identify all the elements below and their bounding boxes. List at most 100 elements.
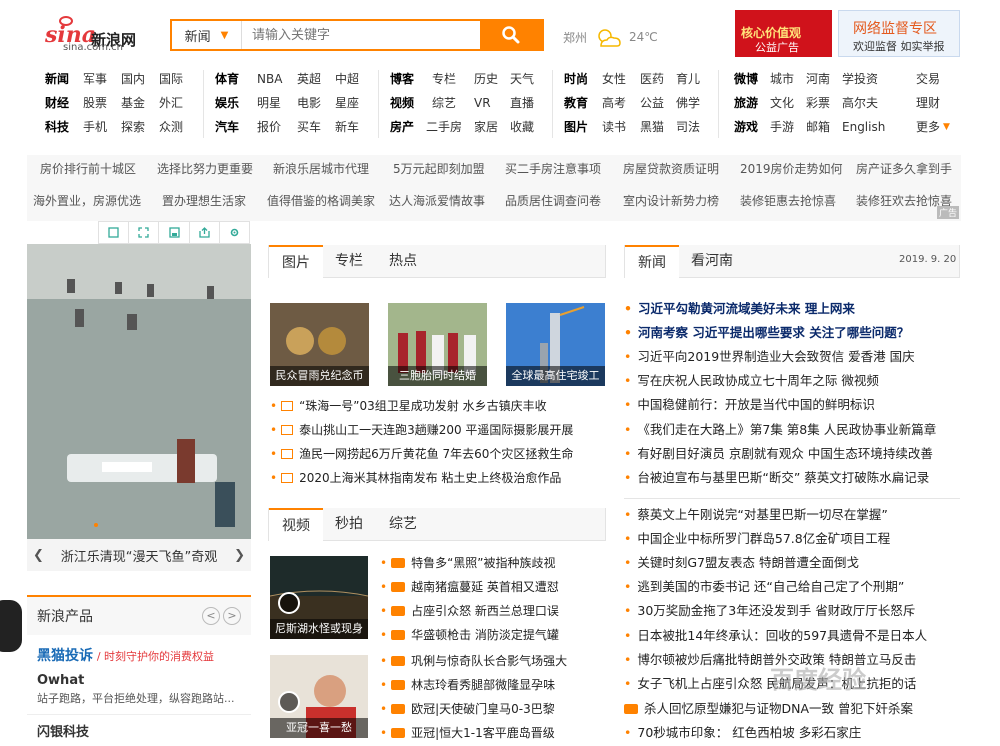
video-item[interactable]: • 占座引众怒 新西兰总理口误 [380,599,559,623]
promo-link[interactable]: 房屋贷款资质证明 [623,160,719,177]
tab-columns[interactable]: 专栏 [335,245,363,278]
news-item[interactable]: • 70秒城市印象： 红色西柏坡 多彩石家庄 [624,721,861,745]
next-arrow-icon[interactable]: > [223,607,241,625]
nav-link[interactable]: 新车 [335,115,359,139]
search-button[interactable] [480,21,542,49]
video-thumb[interactable]: 亚冠一喜一愁 [270,655,368,738]
news-item[interactable]: • 关键时刻G7盟友表态 特朗普遭全面倒戈 [624,551,859,575]
nav-link[interactable]: 河南 [806,67,842,91]
photo-thumb[interactable]: 全球最高住宅竣工 [506,303,605,386]
promo-link[interactable]: 值得借鉴的格调美家 [267,192,375,209]
weather-widget[interactable]: 郑州 24℃ [563,26,658,48]
chevron-left-icon[interactable]: ❮ [33,548,44,563]
gear-icon[interactable] [220,222,249,243]
nav-link[interactable]: 直播 [510,91,534,115]
owhat-desc[interactable]: 站子跑路，平台拒绝处理，纵容跑路站... [27,688,251,706]
nav-link[interactable]: 收藏 [510,115,534,139]
promo-link[interactable]: 品质居住调查问卷 [505,192,601,209]
news-item[interactable]: 杀人回忆原型嫌犯与证物DNA一致 曾犯下奸杀案 [624,697,913,721]
nav-link[interactable]: 交易 [916,67,940,91]
nav-link[interactable]: 报价 [257,115,297,139]
tab-variety[interactable]: 综艺 [389,508,417,541]
promo-link[interactable]: 房价排行前十城区 [40,160,136,177]
tab-news[interactable]: 新闻 [625,245,679,279]
search-input[interactable] [242,21,480,49]
news-item[interactable]: • 写在庆祝人民政协成立七十周年之际 微视频 [624,369,879,393]
nav-link[interactable]: 育儿 [676,67,700,91]
nav-link[interactable]: VR [474,91,510,115]
nav-link[interactable]: 众测 [159,115,183,139]
news-item[interactable]: • 有好剧目好演员 京剧就有观众 中国生态环境持续改善 [624,442,933,466]
photo-thumb[interactable]: 民众冒雨兑纪念币 [270,303,369,386]
photo-caption[interactable]: 浙江乐清现“漫天飞鱼”奇观 [61,546,217,565]
promo-link[interactable]: 房产证多久拿到手 [856,160,952,177]
values-ad-banner[interactable]: 核心价值观 公益广告 [735,10,832,57]
nav-link[interactable]: 科技 [45,115,83,139]
featured-photo[interactable] [27,244,251,539]
promo-link[interactable]: 室内设计新势力榜 [623,192,719,209]
nav-link[interactable]: 探索 [121,115,159,139]
video-item[interactable]: • 欧冠|天使破门皇马0-3巴黎 [380,697,555,721]
nav-link[interactable]: 女性 [602,67,640,91]
nav-link[interactable]: English [842,115,885,139]
nav-link[interactable]: 股票 [83,91,121,115]
nav-link[interactable]: 星座 [335,91,359,115]
nav-link[interactable]: 手游 [770,115,806,139]
promo-link[interactable]: 买二手房注意事项 [505,160,601,177]
promo-link[interactable]: 装修钜惠去抢惊喜 [740,192,836,209]
nav-link[interactable]: 微博 [734,67,770,91]
news-item[interactable]: • “珠海一号”03组卫星成功发射 水乡古镇庆丰收 [270,394,547,418]
tab-henan[interactable]: 看河南 [691,245,733,278]
tab-video[interactable]: 视频 [269,508,323,542]
nav-link[interactable]: 图片 [564,115,602,139]
nav-link[interactable]: 理财 [916,91,940,115]
nav-link[interactable]: NBA [257,67,297,91]
nav-link[interactable]: 旅游 [734,91,770,115]
nav-link[interactable]: 游戏 [734,115,770,139]
nav-link[interactable]: 明星 [257,91,297,115]
nav-link[interactable]: 军事 [83,67,121,91]
nav-link[interactable]: 财经 [45,91,83,115]
nav-link[interactable]: 房产 [390,115,426,139]
nav-link[interactable]: 国际 [159,67,183,91]
news-item[interactable]: • 台被迫宣布与基里巴斯“断交” 蔡英文打破陈水扁记录 [624,466,929,490]
nav-link[interactable]: 外汇 [159,91,183,115]
prev-arrow-icon[interactable]: < [202,607,220,625]
news-item[interactable]: • 日本被批14年终承认：回收的597具遗骨不是日本人 [624,624,927,648]
nav-link[interactable]: 高考 [602,91,640,115]
news-item[interactable]: • 泰山挑山工一天连跑3趟赚200 平遥国际摄影展开展 [270,418,573,442]
nav-link[interactable]: 家居 [474,115,510,139]
nav-link[interactable]: 综艺 [432,91,474,115]
nav-link[interactable]: 文化 [770,91,806,115]
video-item[interactable]: • 亚冠|恒大1-1客平鹿岛晋级 [380,721,555,745]
nav-link[interactable]: 汽车 [215,115,257,139]
news-item[interactable]: • 30万奖励金拖了3年还没发到手 省财政厅厅长怒斥 [624,599,915,623]
video-thumb[interactable]: 尼斯湖水怪或现身 [270,556,368,639]
video-item[interactable]: • 越南猪瘟蔓延 英首相又遭怼 [380,575,559,599]
nav-link[interactable]: 手机 [83,115,121,139]
nav-link[interactable]: 历史 [474,67,510,91]
nav-link[interactable]: 国内 [121,67,159,91]
sina-logo[interactable]: sina 新浪网 sina.com.cn [45,12,157,56]
save-icon[interactable] [159,222,190,243]
nav-link[interactable]: 娱乐 [215,91,257,115]
product-item[interactable]: 黑猫投诉 / 时刻守护你的消费权益 [27,635,251,665]
tab-hot[interactable]: 热点 [389,245,417,278]
tab-pictures[interactable]: 图片 [269,245,323,279]
video-item[interactable]: • 华盛顿枪击 消防淡定提气罐 [380,623,559,647]
promo-link[interactable]: 海外置业，房源优选 [33,192,141,209]
nav-link[interactable]: 城市 [770,67,806,91]
nav-link[interactable]: 黑猫 [640,115,676,139]
nav-link[interactable]: 新闻 [45,67,83,91]
nav-link[interactable]: 时尚 [564,67,602,91]
nav-link[interactable]: 读书 [602,115,640,139]
nav-link[interactable]: 英超 [297,67,335,91]
nav-more-link[interactable]: 更多 [916,115,940,139]
nav-link[interactable]: 学投资 [842,67,878,91]
nav-link[interactable]: 体育 [215,67,257,91]
news-item[interactable]: • 逃到美国的市委书记 还“自己给自己定了个刑期” [624,575,904,599]
window-icon[interactable] [99,222,130,243]
video-item[interactable]: • 特鲁多“黑照”被指种族歧视 [380,551,556,575]
promo-link[interactable]: 达人海派爱情故事 [389,192,485,209]
nav-link[interactable]: 二手房 [426,115,474,139]
